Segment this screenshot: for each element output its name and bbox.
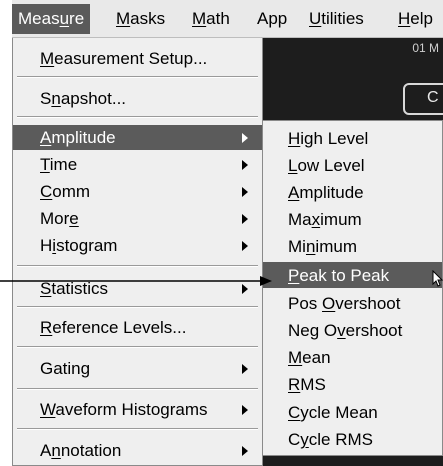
background-corner-label: 01 M	[412, 41, 439, 55]
submenu-item-label: Minimum	[288, 237, 357, 256]
menubar-label: Help	[398, 9, 433, 28]
submenu-arrow-icon	[242, 446, 248, 456]
menu-item-time[interactable]: Time	[13, 152, 262, 178]
submenu-item-high-level[interactable]: High Level	[263, 125, 442, 152]
submenu-item-label: Maximum	[288, 210, 362, 229]
menu-item-annotation[interactable]: Annotation	[13, 438, 262, 464]
submenu-item-label: Neg Overshoot	[288, 321, 403, 340]
menu-item-label: Measurement Setup...	[40, 49, 208, 68]
menubar-item-math[interactable]: Math	[192, 6, 230, 32]
menu-item-comm[interactable]: Comm	[13, 179, 262, 205]
menu-item-more[interactable]: More	[13, 206, 262, 232]
submenu-arrow-icon	[242, 241, 248, 251]
submenu-arrow-icon	[242, 133, 248, 143]
menubar-label: Math	[192, 9, 230, 28]
menu-separator	[17, 76, 258, 78]
submenu-item-rms[interactable]: RMS	[263, 371, 442, 398]
menu-item-label: Comm	[40, 182, 91, 201]
menu-item-label: Snapshot...	[40, 89, 127, 108]
menubar-label: Utilities	[309, 9, 364, 28]
menu-item-measurement-setup[interactable]: Measurement Setup...	[13, 46, 262, 72]
submenu-item-neg-overshoot[interactable]: Neg Overshoot	[263, 317, 442, 344]
menubar-item-measure[interactable]: Measure	[12, 4, 91, 34]
submenu-arrow-icon	[242, 160, 248, 170]
submenu-item-pos-overshoot[interactable]: Pos Overshoot	[263, 290, 442, 317]
menu-separator	[17, 265, 258, 267]
submenu-arrow-icon	[242, 364, 248, 374]
menubar-label: App	[257, 9, 288, 28]
menu-item-label: Reference Levels...	[40, 318, 187, 337]
menu-item-snapshot[interactable]: Snapshot...	[13, 86, 262, 112]
menu-item-waveform-histograms[interactable]: Waveform Histograms	[13, 397, 262, 423]
submenu-item-label: RMS	[288, 375, 326, 394]
menu-item-label: More	[40, 209, 79, 228]
background-button[interactable]: C	[403, 83, 443, 115]
menu-item-label: Amplitude	[40, 128, 116, 147]
submenu-arrow-icon	[242, 187, 248, 197]
submenu-item-label: High Level	[288, 129, 369, 148]
menubar-item-utilities[interactable]: Utilities	[309, 6, 364, 32]
menu-item-reference-levels[interactable]: Reference Levels...	[13, 315, 262, 341]
menu-item-amplitude[interactable]: Amplitude	[13, 125, 262, 150]
menu-item-gating[interactable]: Gating	[13, 356, 262, 382]
menubar-item-help[interactable]: Help	[398, 6, 433, 32]
callout-arrow-icon	[0, 276, 272, 286]
submenu-item-label: Peak to Peak	[288, 266, 390, 285]
submenu-item-peak-to-peak[interactable]: Peak to Peak	[263, 262, 442, 288]
background-button-label: C	[427, 89, 439, 106]
mouse-cursor-icon	[432, 270, 443, 287]
menu-item-label: Histogram	[40, 236, 118, 255]
submenu-item-cycle-mean[interactable]: Cycle Mean	[263, 399, 442, 426]
submenu-item-maximum[interactable]: Maximum	[263, 206, 442, 233]
menubar-item-masks[interactable]: Masks	[116, 6, 165, 32]
submenu-item-label: Low Level	[288, 156, 365, 175]
menubar-label: Masks	[116, 9, 166, 28]
submenu-item-minimum[interactable]: Minimum	[263, 233, 442, 260]
submenu-item-amplitude[interactable]: Amplitude	[263, 179, 442, 206]
menu-item-label: Annotation	[40, 441, 122, 460]
amplitude-submenu: High Level Low Level Amplitude Maximum M…	[262, 120, 443, 456]
submenu-item-mean[interactable]: Mean	[263, 344, 442, 371]
submenu-item-label: Amplitude	[288, 183, 364, 202]
menu-item-histogram[interactable]: Histogram	[13, 233, 262, 259]
measure-menu: Measurement Setup... Snapshot... Amplitu…	[12, 38, 263, 466]
menu-item-label: Time	[40, 155, 78, 174]
submenu-item-label: Mean	[288, 348, 331, 367]
submenu-item-label: Cycle RMS	[288, 430, 374, 449]
menu-item-label: Waveform Histograms	[40, 400, 208, 419]
menu-separator	[17, 346, 258, 348]
menu-separator	[17, 306, 258, 308]
menubar-label: Measure	[18, 9, 85, 28]
menu-separator	[17, 388, 258, 390]
menu-bar: Measure Masks Math App Utilities Help	[12, 0, 443, 38]
submenu-item-cycle-rms[interactable]: Cycle RMS	[263, 426, 442, 453]
menu-separator	[17, 428, 258, 430]
submenu-item-low-level[interactable]: Low Level	[263, 152, 442, 179]
submenu-arrow-icon	[242, 214, 248, 224]
submenu-item-label: Pos Overshoot	[288, 294, 401, 313]
menubar-item-app[interactable]: App	[257, 6, 287, 32]
submenu-arrow-icon	[242, 405, 248, 415]
menu-item-label: Gating	[40, 359, 91, 378]
submenu-item-label: Cycle Mean	[288, 403, 378, 422]
menu-separator	[17, 116, 258, 118]
